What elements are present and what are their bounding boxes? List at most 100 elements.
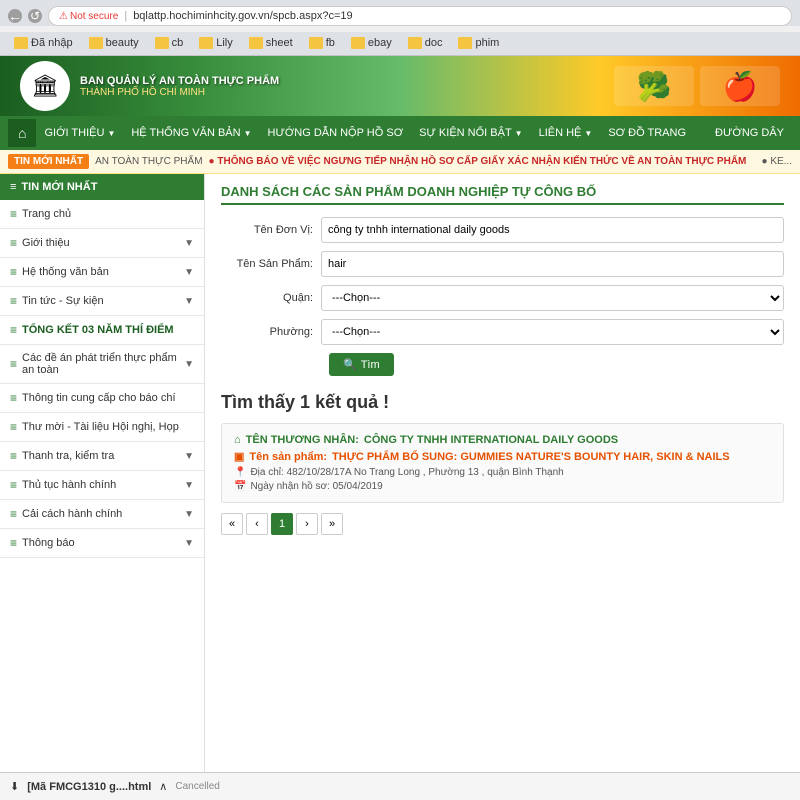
sidebar-item-thanh-tra[interactable]: ≡ Thanh tra, kiểm tra ▼ (0, 442, 204, 471)
phuong-label: Phường: (221, 326, 321, 338)
folder-icon (155, 37, 169, 49)
pagination-first[interactable]: « (221, 513, 243, 535)
browser-window: ← ↺ ⚠ Not secure | bqlattp.hochiminhcity… (0, 0, 800, 800)
folder-icon (458, 37, 472, 49)
bookmark-fb[interactable]: fb (303, 35, 341, 51)
chevron-down-icon: ▼ (184, 267, 194, 278)
pagination-last[interactable]: » (321, 513, 343, 535)
chevron-down-icon: ▼ (515, 129, 523, 138)
sidebar-item-tong-ket[interactable]: ≡ TỔNG KẾT 03 NĂM THÍ ĐIỂM (0, 316, 204, 345)
address-bar[interactable]: ⚠ Not secure | bqlattp.hochiminhcity.gov… (48, 6, 792, 26)
list-icon: ≡ (10, 294, 17, 308)
list-icon: ≡ (10, 536, 17, 550)
folder-icon (89, 37, 103, 49)
main-navigation: ⌂ GIỚI THIỆU ▼ HỆ THỐNG VĂN BẢN ▼ HƯỚNG … (0, 116, 800, 150)
pagination: « ‹ 1 › » (221, 513, 784, 535)
chevron-down-icon: ▼ (107, 129, 115, 138)
url-text: bqlattp.hochiminhcity.gov.vn/spcb.aspx?c… (133, 10, 352, 22)
nav-home-button[interactable]: ⌂ (8, 119, 36, 147)
chevron-down-icon: ▼ (184, 296, 194, 307)
sidebar-item-thu-tuc[interactable]: ≡ Thủ tục hành chính ▼ (0, 471, 204, 500)
download-bar: ⬇ [Mã FMCG1310 g....html ∧ Cancelled (0, 772, 800, 800)
ticker-marquee: ● THÔNG BÁO VỀ VIỆC NGƯNG TIẾP NHẬN HỒ S… (209, 156, 747, 167)
result-company: ⌂ TÊN THƯƠNG NHÂN: CÔNG TY TNHH INTERNAT… (234, 434, 771, 446)
bookmark-ebay[interactable]: ebay (345, 35, 398, 51)
chevron-down-icon: ▼ (184, 538, 194, 549)
pagination-prev[interactable]: ‹ (246, 513, 268, 535)
list-icon: ≡ (10, 265, 17, 279)
quan-row: Quận: ---Chọn--- (221, 285, 784, 311)
home-icon: ⌂ (234, 434, 241, 446)
sidebar-item-he-thong-van-ban[interactable]: ≡ Hệ thống văn bản ▼ (0, 258, 204, 287)
sidebar-item-gioi-thieu[interactable]: ≡ Giới thiệu ▼ (0, 229, 204, 258)
folder-icon (14, 37, 28, 49)
search-icon: 🔍 (343, 358, 357, 371)
sidebar-item-trang-chu[interactable]: ≡ Trang chủ (0, 200, 204, 229)
san-pham-input[interactable] (321, 251, 784, 277)
sidebar-item-de-an[interactable]: ≡ Các đề án phát triển thực phẩm an toàn… (0, 345, 204, 384)
expand-icon: ∧ (159, 780, 167, 793)
back-button[interactable]: ← (8, 9, 22, 23)
form-title: DANH SÁCH CÁC SẢN PHẨM DOANH NGHIỆP TỰ C… (221, 184, 784, 205)
sidebar: ≡ TIN MỚI NHẤT ≡ Trang chủ ≡ Giới thiệu … (0, 174, 205, 800)
nav-huong-dan[interactable]: HƯỚNG DẪN NỘP HỒ SƠ (260, 121, 412, 145)
ticker-more: ● KE... (762, 156, 793, 167)
download-status: Cancelled (175, 781, 219, 792)
nav-lien-he[interactable]: LIÊN HỆ ▼ (531, 121, 601, 145)
site-logo: 🏛 (20, 61, 70, 111)
list-icon: ≡ (10, 449, 17, 463)
don-vi-input[interactable] (321, 217, 784, 243)
san-pham-row: Tên Sản Phẩm: (221, 251, 784, 277)
list-icon: ≡ (10, 420, 17, 434)
site-banner: 🏛 BAN QUẢN LÝ AN TOÀN THỰC PHẨM THÀNH PH… (0, 56, 800, 116)
calendar-icon: 📅 (234, 481, 246, 492)
download-icon: ⬇ (10, 780, 19, 793)
download-filename: [Mã FMCG1310 g....html (27, 781, 151, 793)
nav-so-do-trang[interactable]: SƠ ĐỒ TRANG (600, 121, 694, 145)
bookmark-doc[interactable]: doc (402, 35, 449, 51)
folder-icon (408, 37, 422, 49)
result-product: ▣ Tên sản phẩm: THỰC PHẨM BỔ SUNG: GUMMI… (234, 450, 771, 463)
browser-toolbar: ← ↺ ⚠ Not secure | bqlattp.hochiminhcity… (8, 6, 792, 26)
sidebar-item-tin-tuc[interactable]: ≡ Tin tức - Sự kiện ▼ (0, 287, 204, 316)
search-button[interactable]: 🔍 Tìm (329, 353, 394, 376)
pagination-next[interactable]: › (296, 513, 318, 535)
bookmark-phim[interactable]: phim (452, 35, 505, 51)
ticker-label: TIN MỚI NHẤT (8, 154, 89, 169)
product-icon: ▣ (234, 450, 244, 463)
nav-su-kien[interactable]: SỰ KIỆN NỔI BẬT ▼ (411, 121, 530, 145)
chevron-down-icon: ▼ (244, 129, 252, 138)
ticker-bar: TIN MỚI NHẤT AN TOÀN THỰC PHẨM ● THÔNG B… (0, 150, 800, 174)
refresh-button[interactable]: ↺ (28, 9, 42, 23)
results-count: Tìm thấy 1 kết quả ! (221, 392, 784, 413)
quan-select[interactable]: ---Chọn--- (321, 285, 784, 311)
chevron-down-icon: ▼ (184, 509, 194, 520)
phuong-select[interactable]: ---Chọn--- (321, 319, 784, 345)
list-icon: ≡ (10, 236, 17, 250)
sidebar-tin-moi-header: ≡ TIN MỚI NHẤT (0, 174, 204, 200)
pagination-current[interactable]: 1 (271, 513, 293, 535)
nav-he-thong-van-ban[interactable]: HỆ THỐNG VĂN BẢN ▼ (123, 121, 259, 145)
sidebar-item-cai-cach[interactable]: ≡ Cải cách hành chính ▼ (0, 500, 204, 529)
bookmark-cb[interactable]: cb (149, 35, 190, 51)
phuong-row: Phường: ---Chọn--- (221, 319, 784, 345)
ticker-section: AN TOÀN THỰC PHẨM (95, 156, 202, 167)
list-icon: ≡ (10, 478, 17, 492)
bookmark-lily[interactable]: Lily (193, 35, 239, 51)
content-area: ≡ TIN MỚI NHẤT ≡ Trang chủ ≡ Giới thiệu … (0, 174, 800, 800)
list-icon: ≡ (10, 181, 16, 193)
quan-label: Quận: (221, 292, 321, 304)
bookmark-da-nhap[interactable]: Đã nhập (8, 35, 79, 51)
sidebar-item-thong-bao[interactable]: ≡ Thông báo ▼ (0, 529, 204, 558)
bookmarks-bar: Đã nhập beauty cb Lily sheet fb ebay do (0, 32, 800, 56)
don-vi-row: Tên Đơn Vị: (221, 217, 784, 243)
sidebar-item-thong-tin-bao-chi[interactable]: ≡ Thông tin cung cấp cho báo chí (0, 384, 204, 413)
bookmark-sheet[interactable]: sheet (243, 35, 299, 51)
warning-icon: ⚠ (59, 11, 68, 22)
home-icon: ⌂ (18, 125, 26, 141)
san-pham-label: Tên Sản Phẩm: (221, 258, 321, 270)
list-icon: ≡ (10, 207, 17, 221)
nav-gioi-thieu[interactable]: GIỚI THIỆU ▼ (36, 121, 123, 145)
bookmark-beauty[interactable]: beauty (83, 35, 145, 51)
sidebar-item-thu-moi[interactable]: ≡ Thư mời - Tài liệu Hội nghị, Họp (0, 413, 204, 442)
